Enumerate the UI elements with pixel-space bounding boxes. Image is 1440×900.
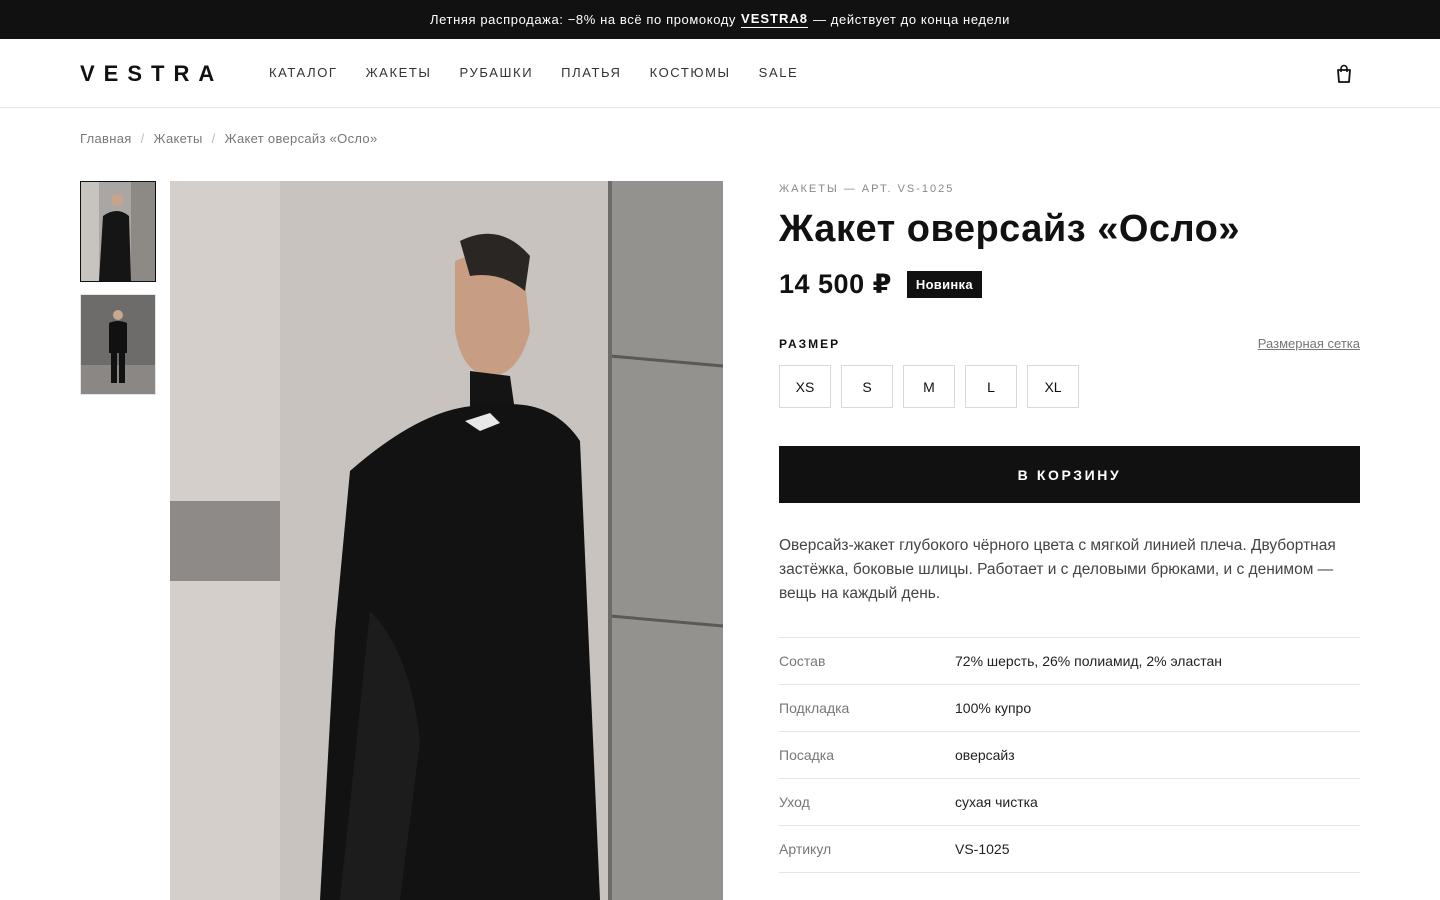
spec-key: Уход <box>779 794 810 810</box>
spec-key: Артикул <box>779 841 832 857</box>
nav-item-dresses[interactable]: ПЛАТЬЯ <box>561 65 621 80</box>
spec-value: сухая чистка <box>955 794 1038 810</box>
size-selector: XS S M L XL <box>779 365 1360 408</box>
size-option-s[interactable]: S <box>841 365 893 408</box>
product-description: Оверсайз-жакет глубокого чёрного цвета с… <box>779 537 1336 602</box>
size-option-xs[interactable]: XS <box>779 365 831 408</box>
size-header: РАЗМЕР Размерная сетка <box>779 336 1360 351</box>
promo-text: Летняя распродажа: −8% на всё по промоко… <box>430 12 737 27</box>
product-price: 14 500 ₽ <box>779 269 892 299</box>
nav-item-jackets[interactable]: ЖАКЕТЫ <box>366 65 432 80</box>
spec-row: Посадка оверсайз <box>779 732 1360 779</box>
breadcrumb-home[interactable]: Главная <box>80 131 132 146</box>
size-option-xl[interactable]: XL <box>1027 365 1079 408</box>
spec-key: Состав <box>779 653 826 669</box>
nav-item-suits[interactable]: КОСТЮМЫ <box>650 65 731 80</box>
specs-table: Состав 72% шерсть, 26% полиамид, 2% элас… <box>779 637 1360 873</box>
spec-key: Посадка <box>779 747 835 763</box>
spec-value: оверсайз <box>955 747 1015 763</box>
thumbnail-photo-2[interactable] <box>80 294 156 395</box>
spec-row: Артикул VS-1025 <box>779 826 1360 873</box>
spec-row: Уход сухая чистка <box>779 779 1360 826</box>
price-row: 14 500 ₽ Новинка <box>779 269 1360 300</box>
new-badge: Новинка <box>906 271 982 298</box>
shopping-bag-icon[interactable] <box>1335 64 1353 84</box>
breadcrumb-separator: / <box>140 131 145 146</box>
spec-value: 100% купро <box>955 700 1032 716</box>
size-option-l[interactable]: L <box>965 365 1017 408</box>
size-option-m[interactable]: M <box>903 365 955 408</box>
nav-item-shirts[interactable]: РУБАШКИ <box>460 65 534 80</box>
promo-text-end: — действует до конца недели <box>813 12 1010 27</box>
breadcrumb-jackets[interactable]: Жакеты <box>154 131 203 146</box>
breadcrumb: Главная / Жакеты / Жакет оверсайз «Осло» <box>80 131 377 146</box>
spec-value: 72% шерсть, 26% полиамид, 2% эластан <box>955 653 1223 669</box>
spec-row: Подкладка 100% купро <box>779 685 1360 732</box>
breadcrumb-separator: / <box>211 131 216 146</box>
product-title: Жакет оверсайз «Осло» <box>779 208 1241 250</box>
product-meta: ЖАКЕТЫ — АРТ. VS-1025 <box>779 183 955 195</box>
thumbnail-photo-1[interactable] <box>80 181 156 282</box>
main-nav: КАТАЛОГ ЖАКЕТЫ РУБАШКИ ПЛАТЬЯ КОСТЮМЫ SA… <box>269 65 798 80</box>
logo[interactable]: VESTRA <box>80 61 223 87</box>
add-to-cart-button[interactable]: В КОРЗИНУ <box>779 446 1360 503</box>
spec-key: Подкладка <box>779 700 850 716</box>
nav-item-sale[interactable]: SALE <box>759 65 799 80</box>
spec-row: Состав 72% шерсть, 26% полиамид, 2% элас… <box>779 638 1360 685</box>
site-header: VESTRA КАТАЛОГ ЖАКЕТЫ РУБАШКИ ПЛАТЬЯ КОС… <box>0 39 1440 108</box>
promo-code[interactable]: VESTRA8 <box>741 11 808 28</box>
product-info: ЖАКЕТЫ — АРТ. VS-1025 Жакет оверсайз «Ос… <box>779 181 1360 873</box>
promo-bar: Летняя распродажа: −8% на всё по промоко… <box>0 0 1440 39</box>
size-guide-link[interactable]: Размерная сетка <box>1258 336 1360 351</box>
nav-item-catalog[interactable]: КАТАЛОГ <box>269 65 338 80</box>
breadcrumb-current: Жакет оверсайз «Осло» <box>224 131 378 146</box>
size-label: РАЗМЕР <box>779 336 841 351</box>
product-main-photo[interactable] <box>170 181 723 900</box>
spec-value: VS-1025 <box>955 841 1010 857</box>
